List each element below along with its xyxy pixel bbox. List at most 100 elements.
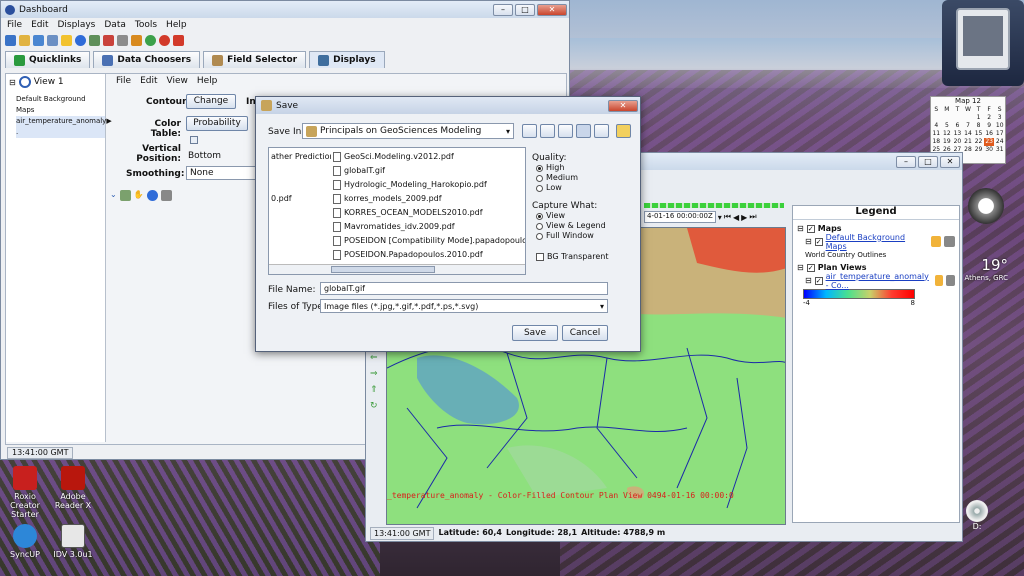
new-icon[interactable] bbox=[5, 34, 16, 46]
calendar-day[interactable]: 22 bbox=[973, 138, 984, 146]
details-view-icon[interactable] bbox=[594, 124, 609, 138]
rotate-icon[interactable]: ↻ bbox=[370, 401, 382, 411]
calendar-day[interactable]: 31 bbox=[994, 146, 1005, 154]
calendar-day[interactable]: 11 bbox=[931, 130, 942, 138]
maximize-button[interactable]: □ bbox=[515, 3, 535, 16]
calendar-day[interactable]: 1 bbox=[973, 114, 984, 122]
calendar-day[interactable]: 12 bbox=[942, 130, 953, 138]
file-list-item[interactable]: korres_models_2009.pdf bbox=[333, 192, 525, 206]
file-list-item[interactable]: POSEIDON [Compatibility Mode].papadopoul… bbox=[333, 234, 525, 248]
erase-icon[interactable] bbox=[103, 34, 114, 46]
favorite-icon[interactable] bbox=[61, 34, 72, 46]
lock-icon[interactable] bbox=[930, 236, 942, 247]
file-name-input[interactable]: globalT.gif bbox=[320, 282, 608, 295]
vertical-position-slider[interactable] bbox=[190, 136, 250, 144]
new-folder-icon[interactable] bbox=[558, 124, 573, 138]
cpu-gadget[interactable] bbox=[942, 0, 1024, 86]
trash-icon[interactable] bbox=[160, 190, 172, 201]
up-folder-icon[interactable] bbox=[522, 124, 537, 138]
capture-radio[interactable]: View bbox=[536, 211, 606, 221]
pencil-icon[interactable] bbox=[131, 34, 142, 46]
save-dialog-close-button[interactable]: ✕ bbox=[608, 99, 638, 112]
calendar-day[interactable]: 3 bbox=[994, 114, 1005, 122]
quality-radio[interactable]: High bbox=[536, 163, 578, 173]
calendar-day[interactable]: 19 bbox=[942, 138, 953, 146]
color-table-button[interactable]: Probability bbox=[186, 116, 248, 131]
menu-file[interactable]: File bbox=[7, 20, 22, 30]
list-view-icon[interactable] bbox=[576, 124, 591, 138]
calendar-day[interactable]: 18 bbox=[931, 138, 942, 146]
first-frame-icon[interactable]: ⏮ bbox=[724, 212, 731, 222]
calendar-day[interactable]: 14 bbox=[963, 130, 974, 138]
capture-radio[interactable]: Full Window bbox=[536, 231, 606, 241]
desktop-icon-idv[interactable]: IDV 3.0u1 bbox=[48, 524, 98, 559]
calendar-day[interactable]: 7 bbox=[963, 122, 974, 130]
desktop-icon-adobe-reader[interactable]: Adobe Reader X bbox=[48, 466, 98, 510]
weather-gadget[interactable]: 19° Athens, GRC bbox=[962, 256, 1012, 296]
cancel-button[interactable]: Cancel bbox=[562, 325, 608, 341]
pan-up-icon[interactable]: ⇑ bbox=[370, 385, 382, 395]
legend-plan-views-item[interactable]: ⊟ ✓ air_temperature_anomaly - Co... bbox=[797, 272, 955, 290]
globe-icon[interactable] bbox=[145, 34, 156, 46]
quality-radio[interactable]: Medium bbox=[536, 173, 578, 183]
legend-maps-item[interactable]: ⊟ ✓ Default Background Maps bbox=[797, 233, 956, 251]
help-icon[interactable] bbox=[75, 34, 86, 46]
open-icon[interactable] bbox=[19, 34, 30, 46]
layer-item[interactable]: air_temperature_anomaly . ▶ bbox=[16, 116, 112, 138]
prev-frame-icon[interactable]: ◀ bbox=[733, 213, 739, 222]
info-icon[interactable] bbox=[146, 190, 158, 201]
layer-item[interactable]: Default Background Maps bbox=[16, 94, 105, 116]
home-icon[interactable] bbox=[540, 124, 555, 138]
add-icon[interactable] bbox=[119, 190, 131, 201]
file-list-item-truncated[interactable]: 0.pdf bbox=[271, 192, 331, 206]
calendar-day[interactable]: 15 bbox=[973, 130, 984, 138]
menu-displays[interactable]: Displays bbox=[58, 20, 96, 30]
calendar-day[interactable]: 2 bbox=[984, 114, 995, 122]
file-list-item[interactable]: Mavromatides_idv.2009.pdf bbox=[333, 220, 525, 234]
file-list-item[interactable]: Hydrologic_Modeling_Harokopio.pdf bbox=[333, 178, 525, 192]
calendar-day[interactable]: 13 bbox=[952, 130, 963, 138]
quality-radio[interactable]: Low bbox=[536, 183, 578, 193]
view-menu-file[interactable]: File bbox=[116, 76, 131, 86]
calendar-day[interactable]: 30 bbox=[984, 146, 995, 154]
tools-icon[interactable] bbox=[117, 34, 128, 46]
calendar-day[interactable]: 29 bbox=[973, 146, 984, 154]
save-button[interactable]: Save bbox=[512, 325, 558, 341]
drive-gadget[interactable]: D: bbox=[964, 500, 990, 536]
file-list-item[interactable]: POSEIDON.Papadopoulos.2010.pdf bbox=[333, 248, 525, 262]
calendar-day[interactable]: 6 bbox=[952, 122, 963, 130]
save-as-icon[interactable] bbox=[47, 34, 58, 46]
calendar-day[interactable]: 28 bbox=[963, 146, 974, 154]
calendar-day[interactable]: 24 bbox=[994, 138, 1005, 146]
trash-icon[interactable] bbox=[946, 275, 955, 286]
tab-data-choosers[interactable]: Data Choosers bbox=[93, 51, 201, 68]
file-list-item[interactable]: globalT.gif bbox=[333, 164, 525, 178]
calendar-day[interactable]: 16 bbox=[984, 130, 995, 138]
close-button[interactable]: ✕ bbox=[537, 3, 567, 16]
contour-change-button[interactable]: Change bbox=[186, 94, 236, 109]
calendar-day[interactable]: 17 bbox=[994, 130, 1005, 138]
desktop-icon-roxio[interactable]: Roxio Creator Starter bbox=[0, 466, 50, 519]
calendar-day[interactable]: 10 bbox=[994, 122, 1005, 130]
files-of-type-select[interactable]: Image files (*.jpg,*.gif,*.pdf,*.ps,*.sv… bbox=[320, 299, 608, 313]
view-menu-help[interactable]: Help bbox=[197, 76, 218, 86]
trash-icon[interactable] bbox=[944, 236, 956, 247]
cancel-icon[interactable] bbox=[173, 34, 184, 46]
time-field[interactable]: 4-01-16 00:00:00Z bbox=[644, 211, 716, 223]
calendar-day[interactable]: 23 bbox=[983, 138, 995, 146]
menu-tools[interactable]: Tools bbox=[135, 20, 157, 30]
pan-left-icon[interactable]: ⇐ bbox=[370, 353, 382, 363]
view-node[interactable]: ⊟ View 1 bbox=[6, 74, 105, 90]
map-close-button[interactable]: ✕ bbox=[940, 155, 960, 168]
collapse-icon[interactable]: ⌄ bbox=[110, 190, 117, 201]
plan-views-item-link[interactable]: air_temperature_anomaly - Co... bbox=[826, 272, 929, 290]
stop-icon[interactable] bbox=[159, 34, 170, 46]
next-frame-icon[interactable]: ⏭ bbox=[749, 212, 756, 222]
menu-help[interactable]: Help bbox=[166, 20, 187, 30]
save-in-select[interactable]: Principals on GeoSciences Modeling ▾ bbox=[302, 123, 514, 139]
lock-icon[interactable] bbox=[934, 275, 944, 286]
tab-field-selector[interactable]: Field Selector bbox=[203, 51, 307, 68]
file-list-item-truncated[interactable] bbox=[271, 178, 331, 192]
minimize-button[interactable]: – bbox=[493, 3, 513, 16]
play-icon[interactable]: ▶ bbox=[741, 213, 747, 222]
